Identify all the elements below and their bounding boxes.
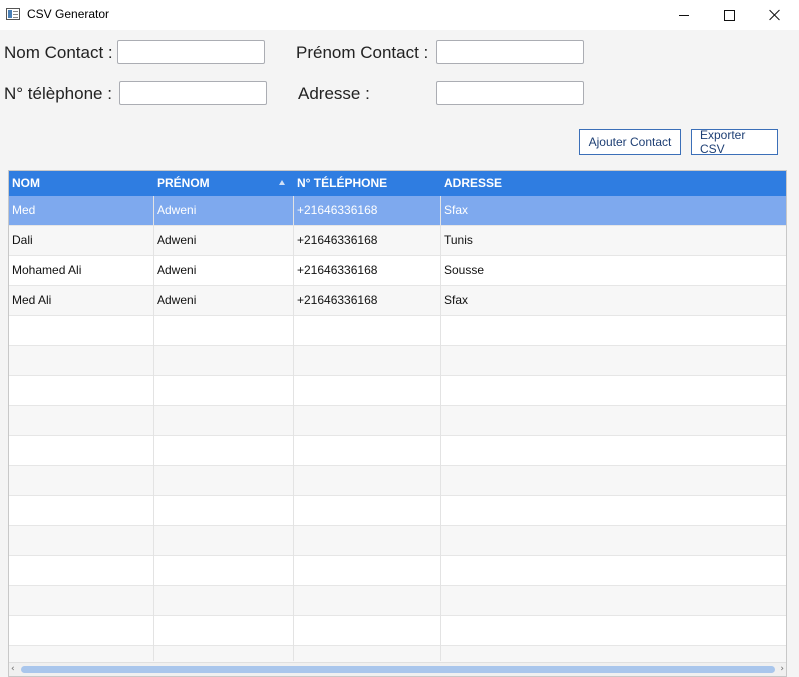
- empty-row: [9, 616, 786, 646]
- cell-nom: Med Ali: [12, 293, 52, 307]
- nom-contact-label: Nom Contact :: [4, 43, 113, 62]
- adresse-label: Adresse :: [298, 84, 370, 103]
- empty-row: [9, 316, 786, 346]
- empty-row: [9, 496, 786, 526]
- cell-adresse: Sousse: [444, 263, 485, 277]
- title-bar: CSV Generator: [0, 0, 799, 30]
- cell-adresse: Sfax: [444, 293, 469, 307]
- cell-prenom: Adweni: [157, 293, 197, 307]
- window-title: CSV Generator: [27, 7, 110, 21]
- cell-prenom: Adweni: [157, 203, 197, 217]
- scroll-left-icon[interactable]: ‹: [11, 665, 15, 674]
- close-button[interactable]: [752, 0, 798, 30]
- column-header-nom[interactable]: NOM: [9, 171, 154, 196]
- table-row[interactable]: Med Adweni +21646336168 Sfax: [9, 196, 786, 226]
- prenom-contact-input[interactable]: [436, 40, 584, 64]
- empty-row: [9, 526, 786, 556]
- telephone-input[interactable]: [119, 81, 267, 105]
- scroll-right-icon[interactable]: ›: [780, 665, 784, 674]
- app-icon: [6, 8, 20, 20]
- contacts-table[interactable]: NOM PRÉNOM N° TÉLÉPHONE ADRESSE Med Adwe…: [8, 170, 787, 677]
- empty-row: [9, 556, 786, 586]
- column-header-adresse[interactable]: ADRESSE: [441, 171, 786, 196]
- maximize-button[interactable]: [706, 0, 752, 30]
- exporter-csv-button[interactable]: Exporter CSV: [691, 128, 778, 156]
- prenom-contact-label: Prénom Contact :: [296, 43, 429, 62]
- cell-telephone: +21646336168: [297, 293, 378, 307]
- maximize-icon: [723, 9, 735, 21]
- sort-ascending-icon: [279, 180, 285, 185]
- ajouter-contact-button[interactable]: Ajouter Contact: [579, 129, 681, 155]
- cell-nom: Med: [12, 203, 36, 217]
- minimize-icon: [679, 14, 689, 16]
- empty-row: [9, 586, 786, 616]
- cell-adresse: Sfax: [444, 203, 469, 217]
- empty-row: [9, 406, 786, 436]
- column-divider: [153, 196, 154, 661]
- table-header: NOM PRÉNOM N° TÉLÉPHONE ADRESSE: [9, 171, 786, 196]
- adresse-input[interactable]: [436, 81, 584, 105]
- cell-telephone: +21646336168: [297, 203, 378, 217]
- column-header-telephone[interactable]: N° TÉLÉPHONE: [294, 171, 441, 196]
- cell-prenom: Adweni: [157, 233, 197, 247]
- cell-nom: Dali: [12, 233, 33, 247]
- cell-telephone: +21646336168: [297, 233, 378, 247]
- nom-contact-input[interactable]: [117, 40, 265, 64]
- scrollbar-thumb[interactable]: [21, 666, 775, 673]
- column-divider: [293, 196, 294, 661]
- empty-row: [9, 346, 786, 376]
- cell-adresse: Tunis: [444, 233, 473, 247]
- close-icon: [769, 9, 781, 21]
- empty-row: [9, 466, 786, 496]
- empty-row: [9, 376, 786, 406]
- horizontal-scrollbar[interactable]: ‹ ›: [9, 662, 786, 676]
- cell-nom: Mohamed Ali: [12, 263, 82, 277]
- table-row[interactable]: Mohamed Ali Adweni +21646336168 Sousse: [9, 256, 786, 286]
- column-header-prenom[interactable]: PRÉNOM: [154, 171, 294, 196]
- empty-row: [9, 436, 786, 466]
- minimize-button[interactable]: [661, 0, 707, 30]
- cell-prenom: Adweni: [157, 263, 197, 277]
- table-row[interactable]: Dali Adweni +21646336168 Tunis: [9, 226, 786, 256]
- column-divider: [440, 196, 441, 661]
- table-row[interactable]: Med Ali Adweni +21646336168 Sfax: [9, 286, 786, 316]
- telephone-label: N° télèphone :: [4, 84, 112, 103]
- cell-telephone: +21646336168: [297, 263, 378, 277]
